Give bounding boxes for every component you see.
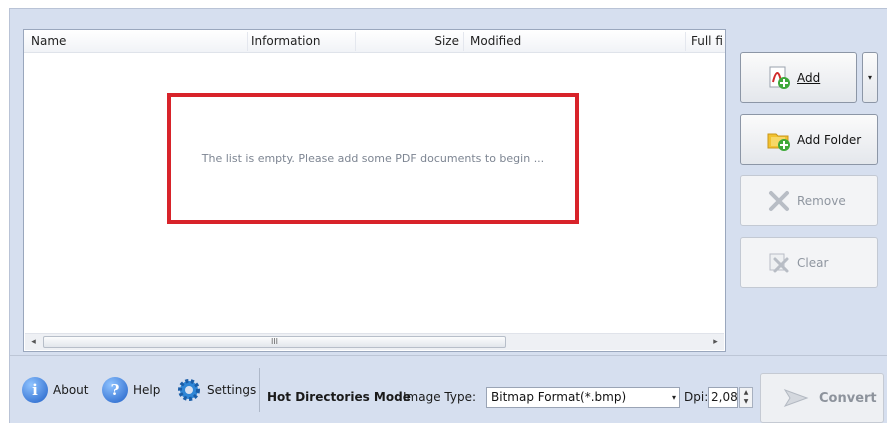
clear-icon bbox=[767, 251, 791, 275]
column-information[interactable]: Information bbox=[251, 30, 351, 53]
remove-icon bbox=[767, 189, 791, 213]
dpi-label: Dpi: bbox=[684, 390, 709, 404]
about-button[interactable]: i About bbox=[22, 377, 88, 403]
help-icon: ? bbox=[102, 377, 128, 403]
scroll-thumb[interactable]: III bbox=[43, 336, 506, 348]
remove-button[interactable]: Remove bbox=[740, 175, 878, 226]
convert-arrow-icon bbox=[783, 386, 811, 410]
column-modified[interactable]: Modified bbox=[470, 30, 670, 53]
clear-label: Clear bbox=[797, 255, 829, 270]
image-type-label: Image Type: bbox=[403, 390, 477, 404]
chevron-down-icon: ▾ bbox=[671, 393, 676, 402]
scroll-left-icon[interactable]: ◂ bbox=[25, 334, 42, 350]
hot-directories-mode-toggle[interactable]: Hot Directories Mode bbox=[267, 390, 411, 404]
remove-label: Remove bbox=[797, 193, 846, 208]
gear-icon bbox=[176, 377, 202, 403]
convert-button[interactable]: Convert bbox=[760, 373, 884, 423]
add-label: Add bbox=[797, 70, 821, 85]
convert-label: Convert bbox=[819, 390, 877, 406]
file-list[interactable]: Name Information Size Modified Full fil … bbox=[23, 29, 726, 352]
column-full-filename[interactable]: Full fil bbox=[691, 30, 723, 53]
add-folder-button[interactable]: Add Folder bbox=[740, 114, 878, 165]
highlight-frame: The list is empty. Please add some PDF d… bbox=[167, 93, 579, 224]
toolbar-divider bbox=[259, 368, 260, 412]
scroll-right-icon[interactable]: ▸ bbox=[707, 334, 724, 350]
dpi-field[interactable]: 2,08 bbox=[708, 387, 738, 408]
help-button[interactable]: ? Help bbox=[102, 377, 160, 403]
bottom-toolbar: i About ? Help Settings Hot Directories … bbox=[10, 355, 887, 423]
add-dropdown-button[interactable]: ▾ bbox=[862, 52, 878, 103]
add-button[interactable]: Add bbox=[740, 52, 857, 103]
folder-add-icon bbox=[767, 128, 791, 152]
spin-down-icon[interactable]: ▼ bbox=[740, 397, 752, 406]
chevron-down-icon: ▾ bbox=[867, 73, 872, 82]
column-separator[interactable] bbox=[247, 32, 248, 51]
column-separator[interactable] bbox=[685, 32, 686, 51]
pdf-add-icon bbox=[767, 66, 791, 90]
list-header: Name Information Size Modified Full fil bbox=[24, 30, 725, 53]
dpi-stepper[interactable]: ▲ ▼ bbox=[739, 387, 753, 408]
action-panel: Add ▾ Add Folder Remove Clear bbox=[727, 29, 887, 352]
about-label: About bbox=[53, 383, 89, 397]
clear-button[interactable]: Clear bbox=[740, 237, 878, 288]
help-label: Help bbox=[133, 383, 161, 397]
column-size[interactable]: Size bbox=[359, 30, 459, 53]
image-type-value: Bitmap Format(*.bmp) bbox=[491, 390, 627, 404]
spin-up-icon[interactable]: ▲ bbox=[740, 388, 752, 397]
image-type-select[interactable]: Bitmap Format(*.bmp) ▾ bbox=[486, 387, 680, 408]
column-separator[interactable] bbox=[355, 32, 356, 51]
horizontal-scrollbar[interactable]: ◂ III ▸ bbox=[25, 333, 724, 350]
info-icon: i bbox=[22, 377, 48, 403]
settings-label: Settings bbox=[207, 383, 257, 397]
column-separator[interactable] bbox=[463, 32, 464, 51]
main-window: Name Information Size Modified Full fil … bbox=[9, 8, 887, 423]
settings-button[interactable]: Settings bbox=[176, 377, 256, 403]
add-folder-label: Add Folder bbox=[797, 132, 862, 147]
column-name[interactable]: Name bbox=[31, 30, 231, 53]
empty-list-message: The list is empty. Please add some PDF d… bbox=[201, 152, 545, 165]
